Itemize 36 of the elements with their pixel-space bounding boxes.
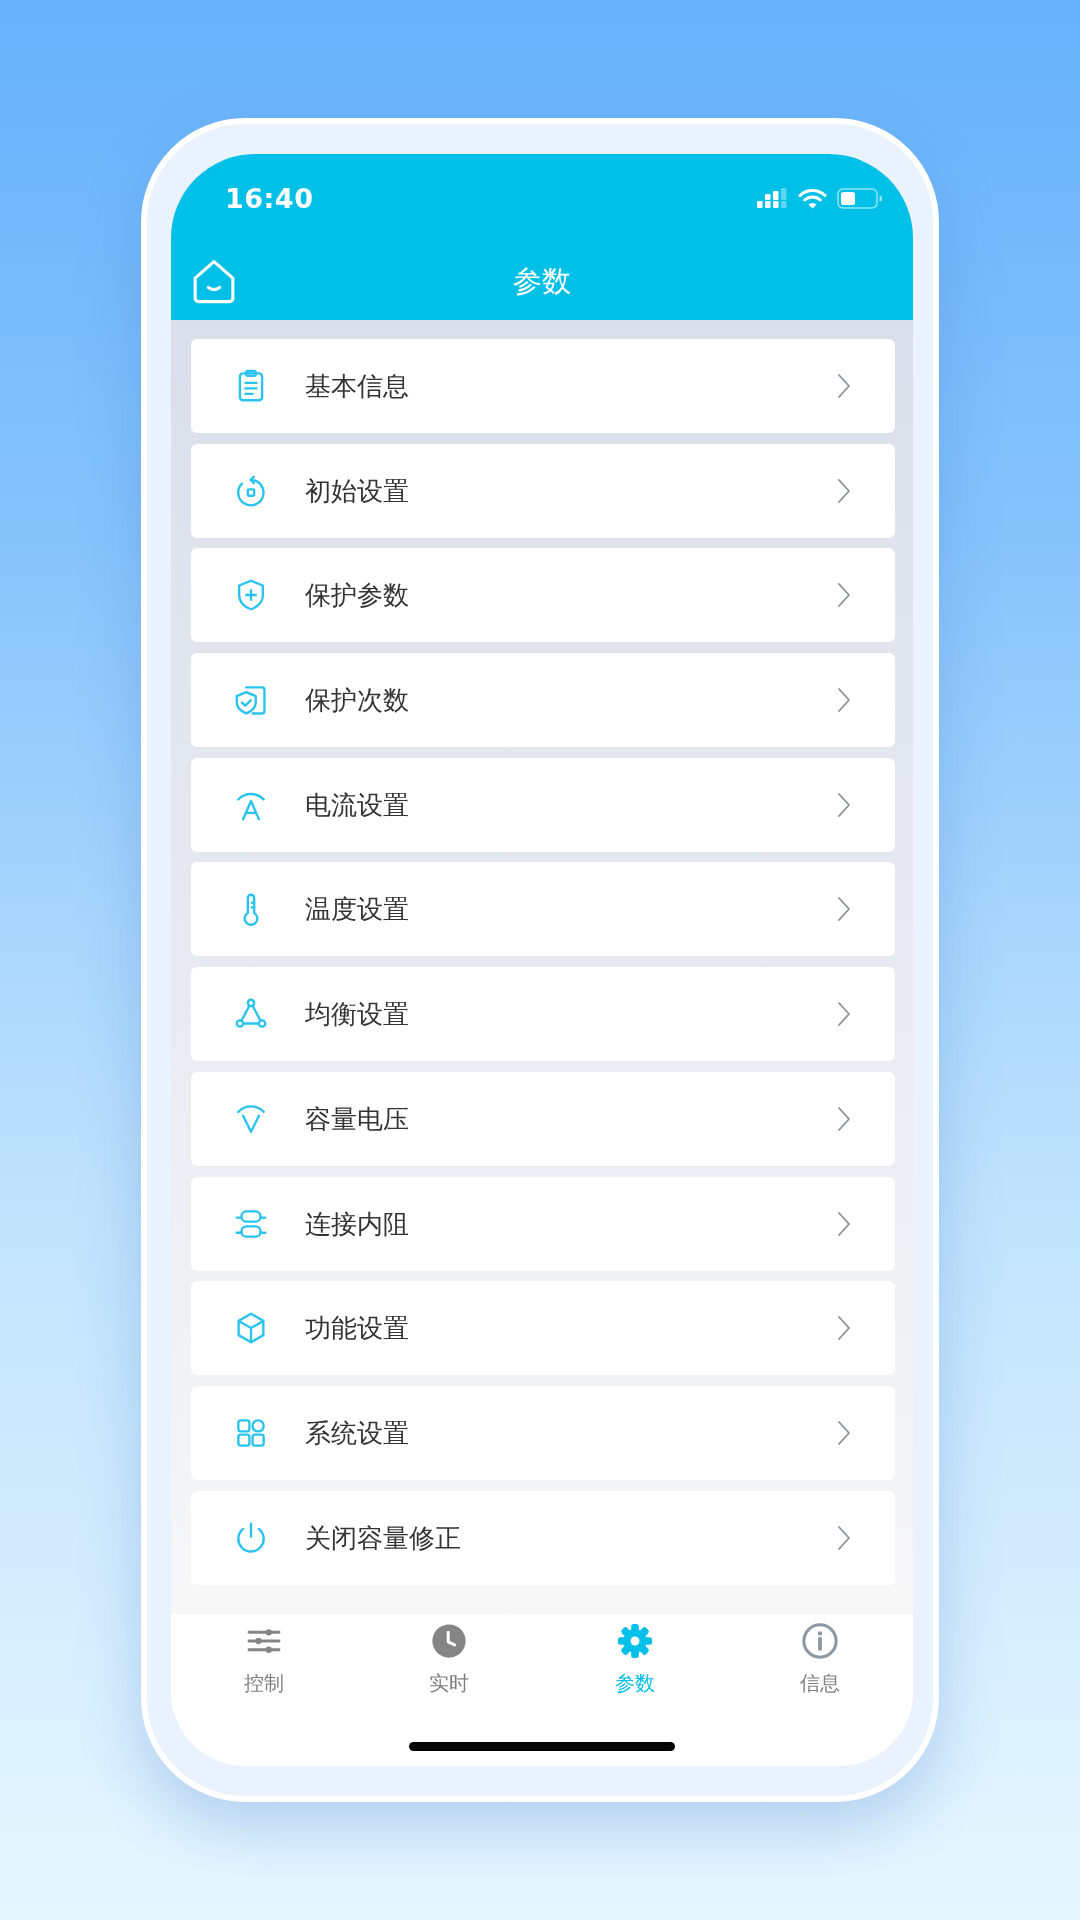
chevron-right-icon	[837, 1001, 851, 1028]
menu-row[interactable]: 连接内阻	[191, 1176, 895, 1271]
chevron-right-icon	[837, 1315, 851, 1342]
menu-row[interactable]: 系统设置	[191, 1385, 895, 1480]
status-time: 16:40	[225, 182, 314, 214]
chevron-right-icon	[837, 373, 851, 399]
menu-row[interactable]: 基本信息	[191, 339, 895, 433]
tab[interactable]: 信息	[800, 1622, 841, 1696]
home-icon[interactable]	[191, 258, 237, 304]
tab[interactable]: 实时	[429, 1622, 470, 1696]
signal-icon	[757, 188, 788, 208]
chevron-right-icon	[837, 896, 851, 923]
menu-row[interactable]: 关闭容量修正	[191, 1490, 895, 1585]
gear-icon	[615, 1622, 654, 1660]
battery-icon	[837, 187, 882, 209]
chevron-right-icon	[837, 1105, 851, 1132]
menu-row[interactable]: 容量电压	[191, 1071, 895, 1166]
menu-row[interactable]: 温度设置	[191, 862, 895, 957]
info-icon	[801, 1622, 840, 1660]
menu-row[interactable]: 均衡设置	[191, 967, 895, 1062]
chevron-right-icon	[837, 687, 851, 714]
menu-row[interactable]: 电流设置	[191, 757, 895, 852]
menu-row[interactable]: 初始设置	[191, 443, 895, 538]
chevron-right-icon	[837, 1524, 851, 1551]
menu-row[interactable]: 功能设置	[191, 1281, 895, 1376]
wifi-icon	[798, 187, 827, 209]
tab[interactable]: 控制	[243, 1622, 284, 1696]
chevron-right-icon	[837, 582, 851, 609]
page-title: 参数	[513, 263, 571, 300]
menu-row[interactable]: 保护次数	[191, 653, 895, 748]
chevron-right-icon	[837, 477, 851, 504]
chevron-right-icon	[837, 1210, 851, 1237]
clock-icon	[430, 1622, 469, 1660]
menu-row[interactable]: 保护参数	[191, 548, 895, 643]
chevron-right-icon	[837, 791, 851, 818]
chevron-right-icon	[837, 1419, 851, 1446]
